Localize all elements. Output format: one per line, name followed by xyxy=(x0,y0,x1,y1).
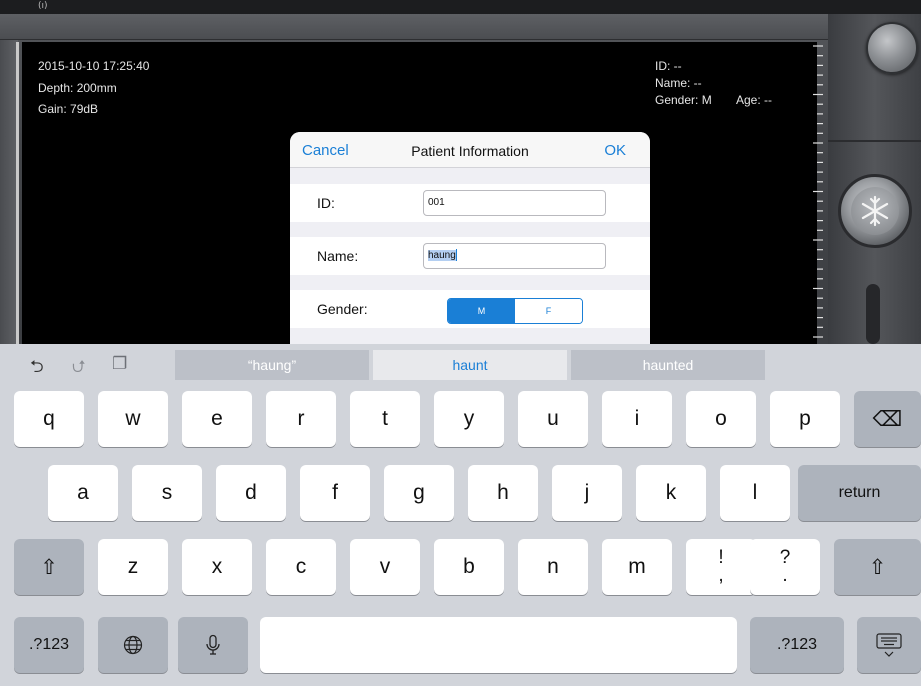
patient-name-readout: Name: -- xyxy=(655,76,702,90)
keyboard-hide-icon xyxy=(876,633,902,657)
key-y[interactable]: y xyxy=(434,391,504,447)
key-q[interactable]: q xyxy=(14,391,84,447)
suggestion-primary[interactable]: haunt xyxy=(373,350,567,380)
key-a[interactable]: a xyxy=(48,465,118,521)
key-w[interactable]: w xyxy=(98,391,168,447)
gain-readout: Gain: 79dB xyxy=(38,102,99,116)
top-bar xyxy=(0,14,921,40)
key-question-period[interactable]: ?. xyxy=(750,539,820,595)
key-h[interactable]: h xyxy=(468,465,538,521)
paste-icon[interactable]: ❐ xyxy=(112,354,127,374)
key-m[interactable]: m xyxy=(602,539,672,595)
key-g[interactable]: g xyxy=(384,465,454,521)
key-u[interactable]: u xyxy=(518,391,588,447)
microphone-key[interactable] xyxy=(178,617,248,673)
left-edge-line xyxy=(16,42,19,344)
key-period-glyph: . xyxy=(782,565,788,586)
name-label: Name: xyxy=(317,248,359,264)
wifi-signal-icon: (ı) xyxy=(38,1,48,11)
status-strip: (ı) xyxy=(0,0,921,14)
patient-info-dialog: Cancel Patient Information OK ID: 001 Na… xyxy=(290,132,650,344)
patient-age-readout: Age: -- xyxy=(736,93,773,107)
ok-button[interactable]: OK xyxy=(604,142,626,159)
name-input[interactable]: haung xyxy=(423,243,606,269)
id-row: ID: 001 xyxy=(290,184,650,222)
dialog-title: Patient Information xyxy=(411,143,529,159)
key-f[interactable]: f xyxy=(300,465,370,521)
key-s[interactable]: s xyxy=(132,465,202,521)
suggestion-secondary[interactable]: haunted xyxy=(571,350,765,380)
id-input[interactable]: 001 xyxy=(423,190,606,216)
return-key[interactable]: return xyxy=(798,465,921,521)
gender-label: Gender: xyxy=(317,301,368,317)
shift-key-right[interactable]: ⇧ xyxy=(834,539,921,595)
gender-option-f[interactable]: F xyxy=(515,299,582,323)
depth-readout: Depth: 200mm xyxy=(38,81,117,95)
id-input-value: 001 xyxy=(428,197,445,208)
snowflake-icon xyxy=(861,195,889,227)
key-c[interactable]: c xyxy=(266,539,336,595)
space-bar[interactable] xyxy=(260,617,737,673)
dialog-header: Cancel Patient Information OK xyxy=(290,132,650,168)
panel-separator xyxy=(828,140,921,142)
gender-row: Gender: M F xyxy=(290,290,650,328)
power-button[interactable] xyxy=(866,22,918,74)
numbers-key-left[interactable]: .?123 xyxy=(14,617,84,673)
gain-slider-slot[interactable] xyxy=(866,284,880,344)
patient-gender-readout: Gender: M xyxy=(655,93,712,107)
datetime-readout: 2015-10-10 17:25:40 xyxy=(38,59,150,73)
key-i[interactable]: i xyxy=(602,391,672,447)
gender-segmented-control: M F xyxy=(447,298,583,324)
key-x[interactable]: x xyxy=(182,539,252,595)
globe-key[interactable] xyxy=(98,617,168,673)
id-label: ID: xyxy=(317,195,335,211)
hide-keyboard-key[interactable] xyxy=(857,617,921,673)
key-comma-glyph: , xyxy=(718,565,724,586)
key-exclamation-comma[interactable]: !, xyxy=(686,539,756,595)
name-row: Name: haung xyxy=(290,237,650,275)
name-input-value: haung xyxy=(428,250,456,261)
globe-icon xyxy=(123,635,143,655)
shift-key-left[interactable]: ⇧ xyxy=(14,539,84,595)
text-caret xyxy=(455,249,457,262)
redo-icon[interactable]: ⮍ xyxy=(72,354,86,383)
freeze-inner xyxy=(851,187,899,235)
microphone-icon xyxy=(206,634,220,655)
undo-icon[interactable]: ⮌ xyxy=(30,354,44,383)
key-b[interactable]: b xyxy=(434,539,504,595)
backspace-key[interactable]: ⌫ xyxy=(854,391,921,447)
key-n[interactable]: n xyxy=(518,539,588,595)
suggestion-bar: ⮌ ⮍ ❐ “haung” haunt haunted xyxy=(0,344,921,384)
on-screen-keyboard: ⮌ ⮍ ❐ “haung” haunt haunted q w e r t y … xyxy=(0,344,921,686)
patient-id-readout: ID: -- xyxy=(655,59,682,73)
gender-option-m[interactable]: M xyxy=(448,299,515,323)
suggestion-literal[interactable]: “haung” xyxy=(175,350,369,380)
key-p[interactable]: p xyxy=(770,391,840,447)
key-k[interactable]: k xyxy=(636,465,706,521)
key-z[interactable]: z xyxy=(98,539,168,595)
key-t[interactable]: t xyxy=(350,391,420,447)
key-d[interactable]: d xyxy=(216,465,286,521)
key-r[interactable]: r xyxy=(266,391,336,447)
key-v[interactable]: v xyxy=(350,539,420,595)
numbers-key-right[interactable]: .?123 xyxy=(750,617,844,673)
key-j[interactable]: j xyxy=(552,465,622,521)
key-e[interactable]: e xyxy=(182,391,252,447)
key-o[interactable]: o xyxy=(686,391,756,447)
freeze-button[interactable] xyxy=(838,174,912,248)
depth-scale-ticks xyxy=(813,45,823,338)
key-l[interactable]: l xyxy=(720,465,790,521)
